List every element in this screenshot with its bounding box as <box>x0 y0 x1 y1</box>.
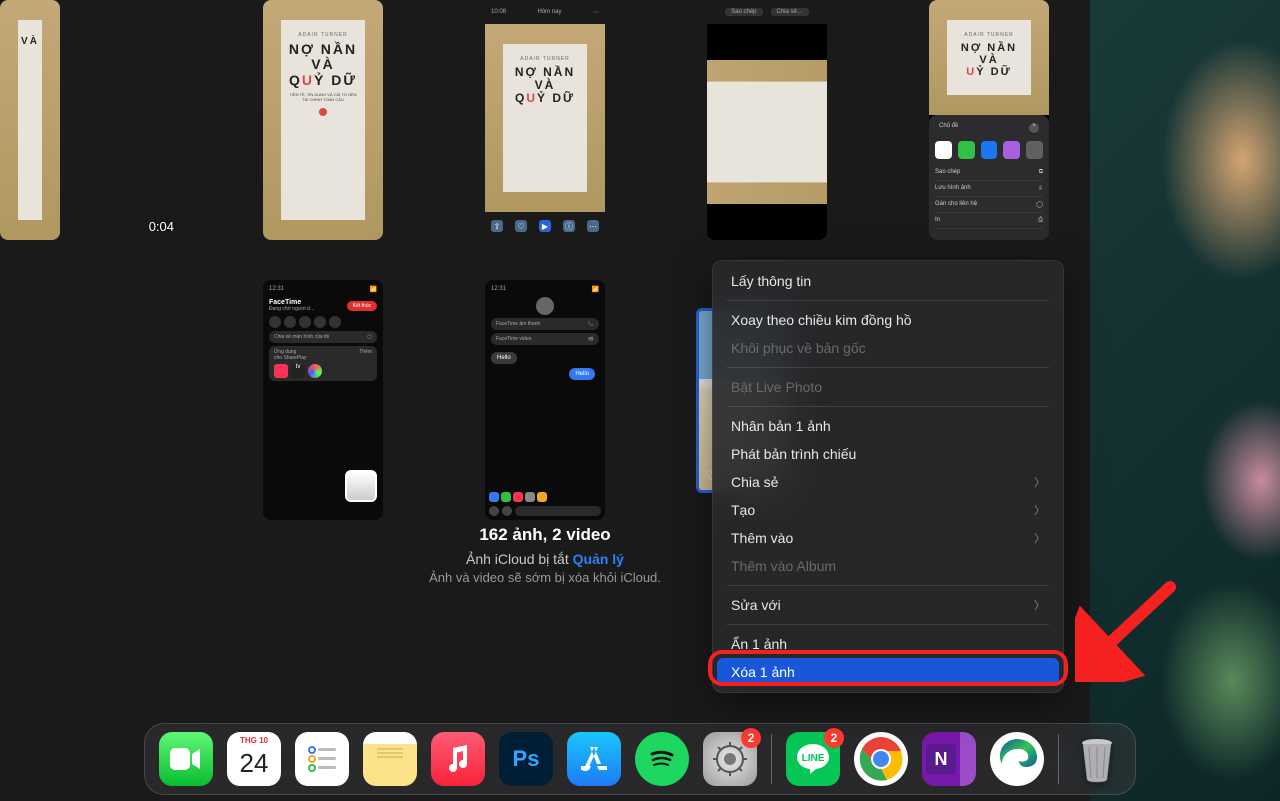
desktop-wallpaper <box>1090 0 1280 801</box>
photo-thumb[interactable]: 12:31📶 FaceTimeĐang chờ người d… Kết thú… <box>242 280 404 520</box>
photo-thumb[interactable]: VÀ 0:04 <box>20 0 182 240</box>
dock-spotify[interactable] <box>635 732 689 786</box>
dock: THG 10 24 Ps 2 LINE 2 N <box>144 723 1136 795</box>
photo-thumb[interactable]: ADAIR TURNER NỢ NẦNVÀQUỶ DỮ TIỀN TỆ, TÍN… <box>242 0 404 240</box>
chevron-right-icon: 〉 <box>1034 597 1045 613</box>
svg-text:LINE: LINE <box>802 753 825 764</box>
dock-separator <box>1058 734 1059 784</box>
dock-photoshop[interactable]: Ps <box>499 732 553 786</box>
dock-settings[interactable]: 2 <box>703 732 757 786</box>
badge: 2 <box>741 728 761 748</box>
ctx-add-to[interactable]: Thêm vào〉 <box>713 524 1063 552</box>
dock-reminders[interactable] <box>295 732 349 786</box>
dock-facetime[interactable] <box>159 732 213 786</box>
dock-trash[interactable] <box>1073 733 1121 785</box>
dock-onenote[interactable]: N <box>922 732 976 786</box>
manage-link[interactable]: Quản lý <box>573 551 624 567</box>
photo-thumb[interactable]: Sao chépChia sẻ… NỢ NẦN VÀ UỶ DỮ <box>686 0 848 240</box>
ctx-add-album: Thêm vào Album <box>713 552 1063 580</box>
photo-thumb[interactable]: 10:08Hôm nay⋯ ADAIR TURNER NỢ NẦNVÀQUỶ D… <box>464 0 626 240</box>
ctx-slideshow[interactable]: Phát bản trình chiếu <box>713 440 1063 468</box>
memoji-preview <box>345 470 377 502</box>
ctx-delete[interactable]: Xóa 1 ảnh <box>717 658 1059 686</box>
dock-separator <box>771 734 772 784</box>
ctx-create[interactable]: Tạo〉 <box>713 496 1063 524</box>
photo-thumb[interactable]: ADAIR TURNER NỢ NẦNVÀUỶ DỮ Chủ đề× Sao c… <box>908 0 1070 240</box>
ctx-revert: Khôi phục về bản gốc <box>713 334 1063 362</box>
ctx-edit-with[interactable]: Sửa với〉 <box>713 591 1063 619</box>
ctx-duplicate[interactable]: Nhân bản 1 ảnh <box>713 412 1063 440</box>
chevron-right-icon: 〉 <box>1034 474 1045 490</box>
dock-calendar[interactable]: THG 10 24 <box>227 732 281 786</box>
ctx-live-photo: Bật Live Photo <box>713 373 1063 401</box>
dock-line[interactable]: LINE 2 <box>786 732 840 786</box>
chevron-right-icon: 〉 <box>1034 502 1045 518</box>
context-menu: Lấy thông tin Xoay theo chiều kim đồng h… <box>712 260 1064 693</box>
dock-chrome[interactable] <box>854 732 908 786</box>
video-duration: 0:04 <box>149 219 174 234</box>
ctx-rotate[interactable]: Xoay theo chiều kim đồng hồ <box>713 306 1063 334</box>
badge: 2 <box>824 728 844 748</box>
chevron-right-icon: 〉 <box>1034 530 1045 546</box>
photo-thumb[interactable]: 12:31📶 FaceTime âm thanh📞 FaceTime video… <box>464 280 626 520</box>
ctx-share[interactable]: Chia sẻ〉 <box>713 468 1063 496</box>
dock-notes[interactable] <box>363 732 417 786</box>
ctx-get-info[interactable]: Lấy thông tin <box>713 267 1063 295</box>
dock-edge[interactable] <box>990 732 1044 786</box>
dock-music[interactable] <box>431 732 485 786</box>
ctx-hide[interactable]: Ẩn 1 ảnh <box>713 630 1063 658</box>
dock-appstore[interactable] <box>567 732 621 786</box>
